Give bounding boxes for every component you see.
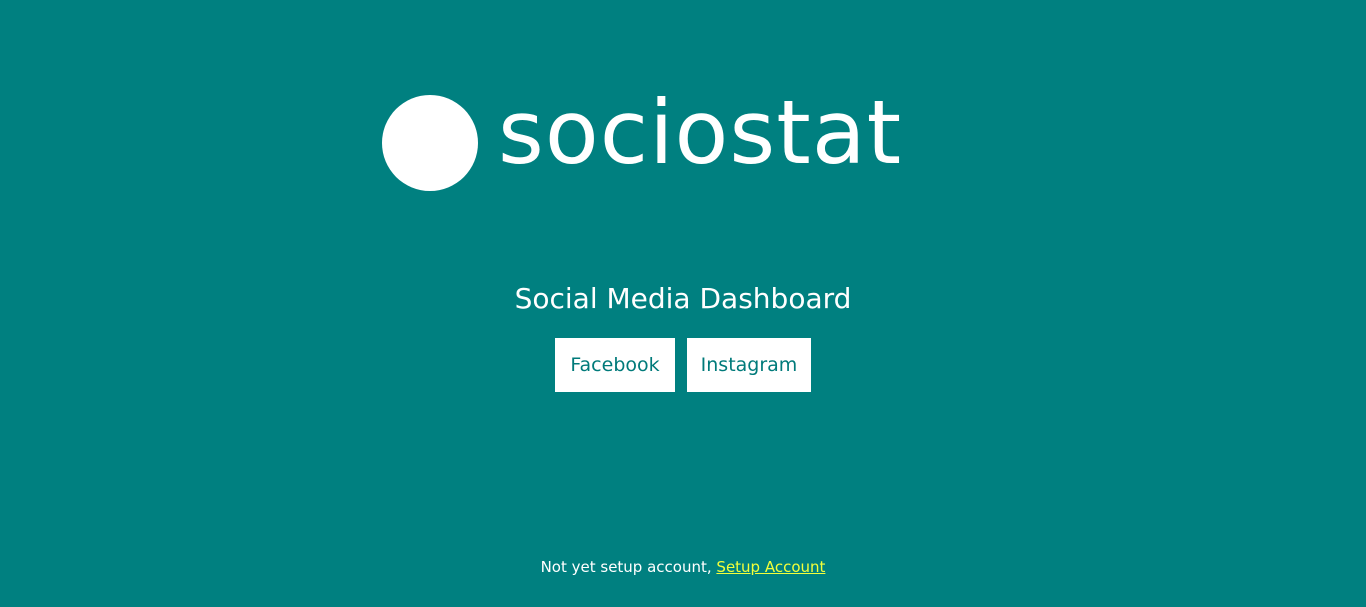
login-page: sociostat Social Media Dashboard Faceboo… bbox=[0, 0, 1366, 607]
instagram-button[interactable]: Instagram bbox=[687, 338, 811, 392]
page-title: Social Media Dashboard bbox=[514, 282, 852, 315]
brand-name: sociostat bbox=[498, 81, 903, 184]
setup-account-prompt: Not yet setup account, bbox=[540, 558, 712, 576]
setup-account-link[interactable]: Setup Account bbox=[716, 558, 825, 576]
facebook-button[interactable]: Facebook bbox=[555, 338, 675, 392]
platform-button-group: Facebook Instagram bbox=[0, 338, 1366, 392]
setup-account-footer: Not yet setup account, Setup Account bbox=[0, 556, 1366, 578]
circle-logo-icon bbox=[382, 95, 478, 191]
brand-logo: sociostat bbox=[382, 88, 1002, 198]
